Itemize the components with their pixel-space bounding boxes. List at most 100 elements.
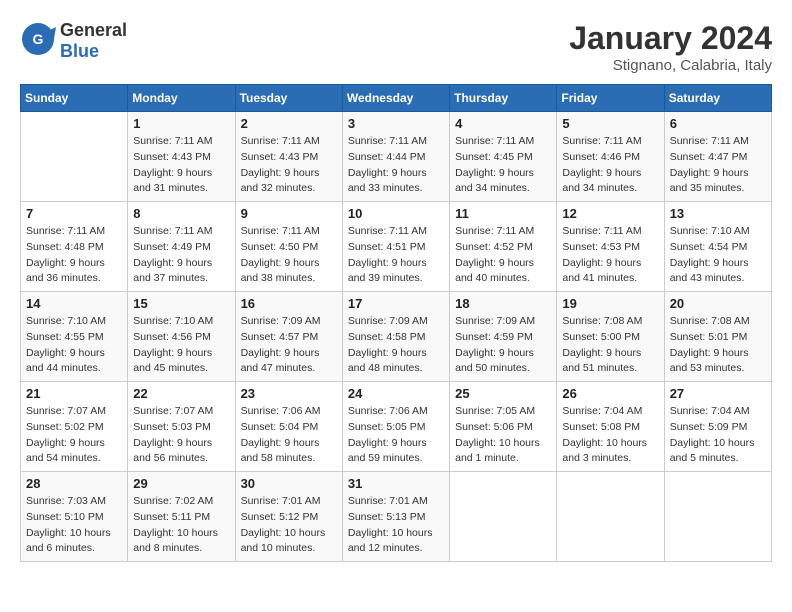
day-number: 15 bbox=[133, 296, 229, 311]
day-info: Sunrise: 7:05 AM Sunset: 5:06 PM Dayligh… bbox=[455, 404, 551, 467]
day-number: 17 bbox=[348, 296, 444, 311]
day-cell: 3 Sunrise: 7:11 AM Sunset: 4:44 PM Daylig… bbox=[342, 112, 449, 202]
day-number: 29 bbox=[133, 476, 229, 491]
day-cell bbox=[664, 472, 771, 562]
day-number: 8 bbox=[133, 206, 229, 221]
location-title: Stignano, Calabria, Italy bbox=[569, 57, 772, 74]
day-number: 19 bbox=[562, 296, 658, 311]
day-number: 21 bbox=[26, 386, 122, 401]
day-cell: 2Sunrise: 7:11 AM Sunset: 4:43 PM Daylig… bbox=[235, 112, 342, 202]
day-info: Sunrise: 7:11 AM Sunset: 4:47 PM Dayligh… bbox=[670, 134, 766, 197]
day-number: 9 bbox=[241, 206, 337, 221]
day-cell: 7 Sunrise: 7:11 AM Sunset: 4:48 PM Daylig… bbox=[21, 202, 128, 292]
day-info: Sunrise: 7:10 AM Sunset: 4:54 PM Dayligh… bbox=[670, 224, 766, 287]
page-header: G General Blue January 2024 Stignano, Ca… bbox=[20, 20, 772, 74]
week-row-3: 14 Sunrise: 7:10 AM Sunset: 4:55 PM Dayli… bbox=[21, 292, 772, 382]
logo-text: General Blue bbox=[60, 20, 127, 62]
day-info: Sunrise: 7:11 AM Sunset: 4:52 PM Dayligh… bbox=[455, 224, 551, 287]
day-info: Sunrise: 7:10 AM Sunset: 4:55 PM Dayligh… bbox=[26, 314, 122, 377]
day-number: 7 bbox=[26, 206, 122, 221]
day-number: 16 bbox=[241, 296, 337, 311]
svg-text:G: G bbox=[33, 31, 44, 47]
day-info: Sunrise: 7:04 AM Sunset: 5:09 PM Dayligh… bbox=[670, 404, 766, 467]
day-cell: 13 Sunrise: 7:10 AM Sunset: 4:54 PM Dayli… bbox=[664, 202, 771, 292]
day-info: Sunrise: 7:07 AM Sunset: 5:02 PM Dayligh… bbox=[26, 404, 122, 467]
day-cell: 21 Sunrise: 7:07 AM Sunset: 5:02 PM Dayli… bbox=[21, 382, 128, 472]
day-number: 25 bbox=[455, 386, 551, 401]
day-cell: 11 Sunrise: 7:11 AM Sunset: 4:52 PM Dayli… bbox=[450, 202, 557, 292]
day-info: Sunrise: 7:11 AM Sunset: 4:46 PM Dayligh… bbox=[562, 134, 658, 197]
day-number: 4 bbox=[455, 116, 551, 131]
day-number: 13 bbox=[670, 206, 766, 221]
day-number: 6 bbox=[670, 116, 766, 131]
week-row-5: 28 Sunrise: 7:03 AM Sunset: 5:10 PM Dayli… bbox=[21, 472, 772, 562]
day-cell: 9 Sunrise: 7:11 AM Sunset: 4:50 PM Daylig… bbox=[235, 202, 342, 292]
logo-icon: G bbox=[20, 21, 56, 62]
day-info: Sunrise: 7:09 AM Sunset: 4:57 PM Dayligh… bbox=[241, 314, 337, 377]
day-header-monday: Monday bbox=[128, 85, 235, 112]
day-info: Sunrise: 7:11 AM Sunset: 4:51 PM Dayligh… bbox=[348, 224, 444, 287]
day-header-saturday: Saturday bbox=[664, 85, 771, 112]
day-number: 30 bbox=[241, 476, 337, 491]
day-info: Sunrise: 7:04 AM Sunset: 5:08 PM Dayligh… bbox=[562, 404, 658, 467]
day-cell: 20 Sunrise: 7:08 AM Sunset: 5:01 PM Dayli… bbox=[664, 292, 771, 382]
day-info: Sunrise: 7:09 AM Sunset: 4:58 PM Dayligh… bbox=[348, 314, 444, 377]
day-number: 27 bbox=[670, 386, 766, 401]
day-number: 28 bbox=[26, 476, 122, 491]
day-cell bbox=[450, 472, 557, 562]
day-info: Sunrise: 7:03 AM Sunset: 5:10 PM Dayligh… bbox=[26, 494, 122, 557]
day-cell: 22Sunrise: 7:07 AM Sunset: 5:03 PM Dayli… bbox=[128, 382, 235, 472]
day-info: Sunrise: 7:11 AM Sunset: 4:43 PM Dayligh… bbox=[133, 134, 229, 197]
logo: G General Blue bbox=[20, 20, 127, 62]
day-header-wednesday: Wednesday bbox=[342, 85, 449, 112]
day-number: 14 bbox=[26, 296, 122, 311]
day-info: Sunrise: 7:11 AM Sunset: 4:48 PM Dayligh… bbox=[26, 224, 122, 287]
day-info: Sunrise: 7:11 AM Sunset: 4:50 PM Dayligh… bbox=[241, 224, 337, 287]
day-number: 11 bbox=[455, 206, 551, 221]
day-header-thursday: Thursday bbox=[450, 85, 557, 112]
month-title: January 2024 bbox=[569, 20, 772, 57]
day-number: 2 bbox=[241, 116, 337, 131]
calendar-table: SundayMondayTuesdayWednesdayThursdayFrid… bbox=[20, 84, 772, 562]
day-number: 20 bbox=[670, 296, 766, 311]
day-cell: 1 Sunrise: 7:11 AM Sunset: 4:43 PM Daylig… bbox=[128, 112, 235, 202]
day-info: Sunrise: 7:11 AM Sunset: 4:53 PM Dayligh… bbox=[562, 224, 658, 287]
day-cell bbox=[21, 112, 128, 202]
day-info: Sunrise: 7:11 AM Sunset: 4:44 PM Dayligh… bbox=[348, 134, 444, 197]
day-cell: 24Sunrise: 7:06 AM Sunset: 5:05 PM Dayli… bbox=[342, 382, 449, 472]
day-cell: 14 Sunrise: 7:10 AM Sunset: 4:55 PM Dayli… bbox=[21, 292, 128, 382]
day-number: 5 bbox=[562, 116, 658, 131]
day-cell: 4 Sunrise: 7:11 AM Sunset: 4:45 PM Daylig… bbox=[450, 112, 557, 202]
day-number: 12 bbox=[562, 206, 658, 221]
day-info: Sunrise: 7:01 AM Sunset: 5:12 PM Dayligh… bbox=[241, 494, 337, 557]
day-info: Sunrise: 7:06 AM Sunset: 5:04 PM Dayligh… bbox=[241, 404, 337, 467]
day-cell bbox=[557, 472, 664, 562]
day-cell: 25 Sunrise: 7:05 AM Sunset: 5:06 PM Dayli… bbox=[450, 382, 557, 472]
calendar-header-row: SundayMondayTuesdayWednesdayThursdayFrid… bbox=[21, 85, 772, 112]
day-info: Sunrise: 7:08 AM Sunset: 5:01 PM Dayligh… bbox=[670, 314, 766, 377]
logo-general: General bbox=[60, 20, 127, 40]
day-info: Sunrise: 7:11 AM Sunset: 4:45 PM Dayligh… bbox=[455, 134, 551, 197]
day-number: 18 bbox=[455, 296, 551, 311]
day-info: Sunrise: 7:11 AM Sunset: 4:49 PM Dayligh… bbox=[133, 224, 229, 287]
day-cell: 19Sunrise: 7:08 AM Sunset: 5:00 PM Dayli… bbox=[557, 292, 664, 382]
day-cell: 16 Sunrise: 7:09 AM Sunset: 4:57 PM Dayli… bbox=[235, 292, 342, 382]
day-number: 1 bbox=[133, 116, 229, 131]
day-info: Sunrise: 7:09 AM Sunset: 4:59 PM Dayligh… bbox=[455, 314, 551, 377]
day-cell: 23 Sunrise: 7:06 AM Sunset: 5:04 PM Dayli… bbox=[235, 382, 342, 472]
day-number: 23 bbox=[241, 386, 337, 401]
week-row-1: 1 Sunrise: 7:11 AM Sunset: 4:43 PM Daylig… bbox=[21, 112, 772, 202]
day-cell: 28 Sunrise: 7:03 AM Sunset: 5:10 PM Dayli… bbox=[21, 472, 128, 562]
day-cell: 5 Sunrise: 7:11 AM Sunset: 4:46 PM Daylig… bbox=[557, 112, 664, 202]
day-cell: 29Sunrise: 7:02 AM Sunset: 5:11 PM Dayli… bbox=[128, 472, 235, 562]
day-cell: 30 Sunrise: 7:01 AM Sunset: 5:12 PM Dayli… bbox=[235, 472, 342, 562]
day-info: Sunrise: 7:10 AM Sunset: 4:56 PM Dayligh… bbox=[133, 314, 229, 377]
day-number: 3 bbox=[348, 116, 444, 131]
day-header-sunday: Sunday bbox=[21, 85, 128, 112]
day-info: Sunrise: 7:06 AM Sunset: 5:05 PM Dayligh… bbox=[348, 404, 444, 467]
day-cell: 27 Sunrise: 7:04 AM Sunset: 5:09 PM Dayli… bbox=[664, 382, 771, 472]
day-cell: 12 Sunrise: 7:11 AM Sunset: 4:53 PM Dayli… bbox=[557, 202, 664, 292]
title-block: January 2024 Stignano, Calabria, Italy bbox=[569, 20, 772, 74]
day-cell: 10Sunrise: 7:11 AM Sunset: 4:51 PM Dayli… bbox=[342, 202, 449, 292]
day-info: Sunrise: 7:07 AM Sunset: 5:03 PM Dayligh… bbox=[133, 404, 229, 467]
